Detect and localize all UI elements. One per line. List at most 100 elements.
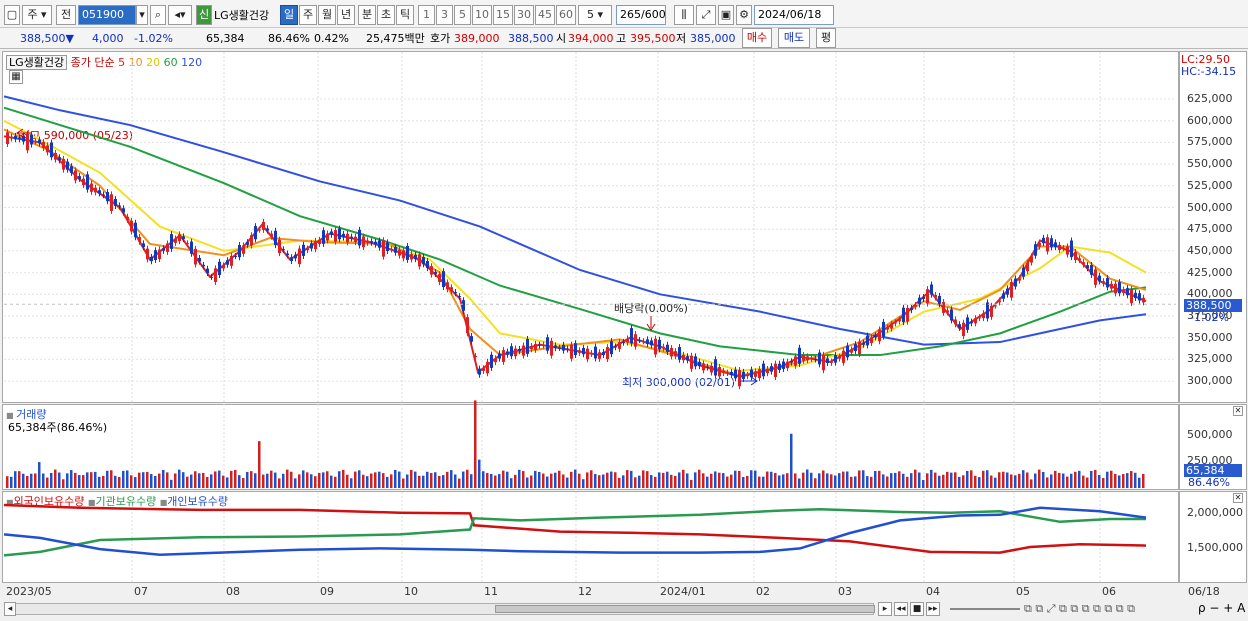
candle-body bbox=[414, 254, 417, 260]
zoom-controls[interactable]: ρ − + A bbox=[1198, 601, 1245, 615]
stop-icon[interactable]: ■ bbox=[910, 602, 924, 616]
volume-bar bbox=[818, 473, 821, 488]
candle-body bbox=[870, 337, 873, 344]
volume-bar bbox=[126, 470, 129, 488]
volume-bar bbox=[674, 475, 677, 488]
x-axis-label: 02 bbox=[756, 585, 770, 598]
volume-bar bbox=[358, 470, 361, 488]
volume-bar bbox=[658, 472, 661, 488]
volume-bar bbox=[1006, 472, 1009, 488]
volume-bar bbox=[70, 470, 73, 488]
volume-bar bbox=[966, 470, 969, 488]
candle-body bbox=[158, 249, 161, 260]
volume-bar bbox=[258, 441, 261, 488]
candle-body bbox=[362, 236, 365, 248]
volume-bar bbox=[82, 475, 85, 488]
candle-body bbox=[862, 342, 865, 345]
volume-bar bbox=[694, 472, 697, 488]
candle-body bbox=[978, 317, 981, 319]
candle-body bbox=[1042, 237, 1045, 244]
volume-bar bbox=[750, 470, 753, 488]
candle-body bbox=[170, 234, 173, 249]
candle-body bbox=[554, 345, 557, 349]
candle-body bbox=[342, 233, 345, 238]
candle-body bbox=[886, 327, 889, 330]
candle-body bbox=[422, 256, 425, 265]
candle-body bbox=[494, 358, 497, 363]
volume-bar bbox=[1042, 471, 1045, 488]
view-tools[interactable]: ⧉ ⧉ ⤢ ⧉ ⧉ ⧉ ⧉ ⧉ ⧉ ⧉ bbox=[1024, 602, 1135, 616]
volume-bar bbox=[670, 474, 673, 488]
rewind-icon[interactable]: ◂◂ bbox=[894, 602, 908, 616]
volume-bar bbox=[1058, 472, 1061, 488]
candle-body bbox=[586, 348, 589, 360]
candle-body bbox=[438, 274, 441, 283]
volume-bar bbox=[922, 480, 925, 488]
scroll-right-icon[interactable]: ▸ bbox=[878, 602, 892, 616]
candle-body bbox=[754, 371, 757, 377]
volume-bar bbox=[606, 472, 609, 488]
scrollbar-thumb[interactable] bbox=[495, 605, 875, 613]
candle-body bbox=[1114, 283, 1117, 294]
volume-bar bbox=[1046, 477, 1049, 488]
candle-body bbox=[1014, 278, 1017, 287]
volume-bar bbox=[1126, 473, 1129, 488]
volume-bar bbox=[30, 473, 33, 488]
candle-body bbox=[246, 242, 249, 245]
candle-body bbox=[18, 137, 21, 140]
candle-body bbox=[626, 338, 629, 343]
candle-body bbox=[338, 228, 341, 240]
volume-bar bbox=[98, 476, 101, 488]
candle-body bbox=[278, 239, 281, 254]
volume-bar bbox=[862, 470, 865, 488]
volume-bar bbox=[366, 476, 369, 488]
volume-bar bbox=[90, 472, 93, 488]
horizontal-scrollbar[interactable] bbox=[4, 603, 875, 615]
volume-bar bbox=[394, 469, 397, 488]
candle-body bbox=[854, 344, 857, 352]
volume-bar bbox=[650, 475, 653, 488]
volume-bar bbox=[846, 471, 849, 488]
zoom-slider[interactable] bbox=[950, 608, 1020, 610]
x-axis-label: 10 bbox=[404, 585, 418, 598]
candle-body bbox=[114, 198, 117, 206]
candle-body bbox=[518, 348, 521, 352]
candle-body bbox=[62, 158, 65, 170]
candle-body bbox=[178, 234, 181, 242]
candle-body bbox=[154, 250, 157, 261]
candle-body bbox=[822, 354, 825, 371]
candle-body bbox=[590, 352, 593, 354]
candle-body bbox=[846, 345, 849, 358]
candle-body bbox=[690, 355, 693, 369]
volume-bar bbox=[730, 474, 733, 488]
candle-body bbox=[166, 243, 169, 252]
volume-bar bbox=[794, 473, 797, 488]
candle-body bbox=[506, 351, 509, 355]
volume-bar bbox=[754, 470, 757, 488]
candle-body bbox=[206, 268, 209, 273]
candle-body bbox=[334, 230, 337, 242]
volume-bar bbox=[782, 474, 785, 488]
candle-body bbox=[270, 233, 273, 237]
candle-body bbox=[222, 265, 225, 269]
play-icon[interactable]: ▸▸ bbox=[926, 602, 940, 616]
candle-body bbox=[198, 257, 201, 262]
volume-bar bbox=[270, 470, 273, 488]
candle-body bbox=[234, 255, 237, 257]
scroll-left-icon[interactable]: ◂ bbox=[4, 602, 16, 616]
candle-body bbox=[314, 240, 317, 250]
candle-body bbox=[282, 249, 285, 251]
candle-body bbox=[970, 321, 973, 324]
volume-bar bbox=[946, 471, 949, 488]
volume-bar bbox=[838, 473, 841, 488]
volume-bar bbox=[1110, 470, 1113, 488]
candle-body bbox=[762, 363, 765, 377]
bottom-bar: 2023/05 07 08 09 10 11 12 2024/01 02 03 04 05 06 06/1… bbox=[0, 583, 1248, 621]
volume-bar bbox=[22, 473, 25, 488]
candle-body bbox=[842, 350, 845, 363]
candle-body bbox=[542, 344, 545, 346]
volume-bar bbox=[170, 479, 173, 488]
volume-bar bbox=[142, 472, 145, 488]
volume-bar bbox=[798, 478, 801, 488]
candle-body bbox=[298, 248, 301, 265]
